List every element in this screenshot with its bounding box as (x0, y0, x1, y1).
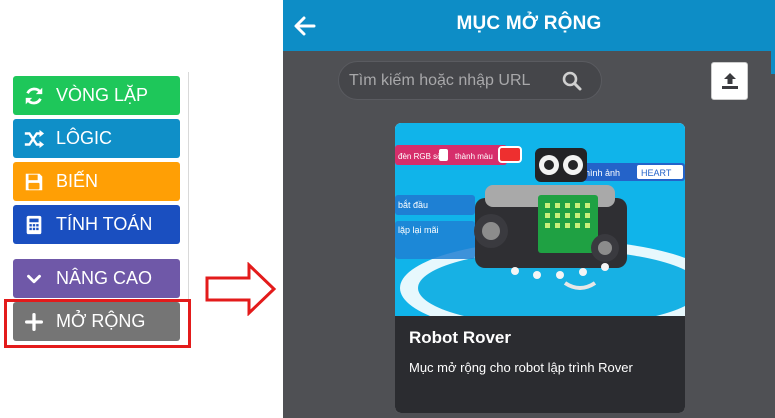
block-text: HEART (641, 168, 672, 178)
search-input[interactable] (349, 62, 545, 99)
upload-button[interactable] (711, 62, 748, 100)
extensions-dialog: MỤC MỞ RỘNG đèn RGB số thành màu (283, 0, 775, 418)
category-label: TÍNH TOÁN (56, 214, 153, 234)
extension-card-image: đèn RGB số thành màu hình ảnh HEART bắt … (395, 123, 685, 316)
category-label: BIẾN (56, 171, 99, 191)
category-label: NÂNG CAO (56, 268, 153, 288)
highlight-box (4, 299, 191, 348)
block-text: lặp lại mãi (398, 225, 439, 235)
dialog-header: MỤC MỞ RỘNG (283, 0, 775, 51)
block-text: hình ảnh (585, 168, 620, 178)
calculator-icon (22, 213, 46, 237)
toolbox: VÒNG LẶP LÔGIC BIẾN TÍNH TOÁN NÂNG CAO M… (0, 0, 200, 418)
category-logic[interactable]: LÔGIC (13, 119, 180, 158)
block-text: đèn RGB số (398, 152, 442, 161)
category-math[interactable]: TÍNH TOÁN (13, 205, 180, 244)
robot-rover-illustration: đèn RGB số thành màu hình ảnh HEART bắt … (395, 145, 685, 316)
extension-card-robot-rover[interactable]: đèn RGB số thành màu hình ảnh HEART bắt … (395, 123, 685, 413)
category-label: VÒNG LẶP (56, 85, 149, 105)
block-text: thành màu (455, 152, 493, 161)
back-button[interactable] (289, 10, 321, 42)
category-loops[interactable]: VÒNG LẶP (13, 76, 180, 115)
category-variables[interactable]: BIẾN (13, 162, 180, 201)
dialog-title: MỤC MỞ RỘNG (456, 13, 602, 34)
right-arrow-icon (205, 262, 277, 316)
extension-card-description: Mục mở rộng cho robot lập trình Rover (409, 360, 633, 375)
block-text: bắt đầu (398, 200, 428, 210)
search-icon[interactable] (561, 70, 583, 92)
floppy-disk-icon (22, 170, 46, 194)
extension-card-title: Robot Rover (409, 328, 511, 347)
upload-icon (721, 73, 738, 89)
arrow-left-icon (294, 16, 316, 36)
chevron-down-icon (22, 267, 46, 291)
category-advanced[interactable]: NÂNG CAO (13, 259, 180, 298)
header-edge-tab (771, 44, 775, 74)
search-box (338, 61, 602, 100)
refresh-icon (22, 84, 46, 108)
extension-card-body: Robot Rover Mục mở rộng cho robot lập tr… (395, 316, 685, 413)
category-label: LÔGIC (56, 128, 113, 148)
shuffle-icon (22, 127, 46, 151)
